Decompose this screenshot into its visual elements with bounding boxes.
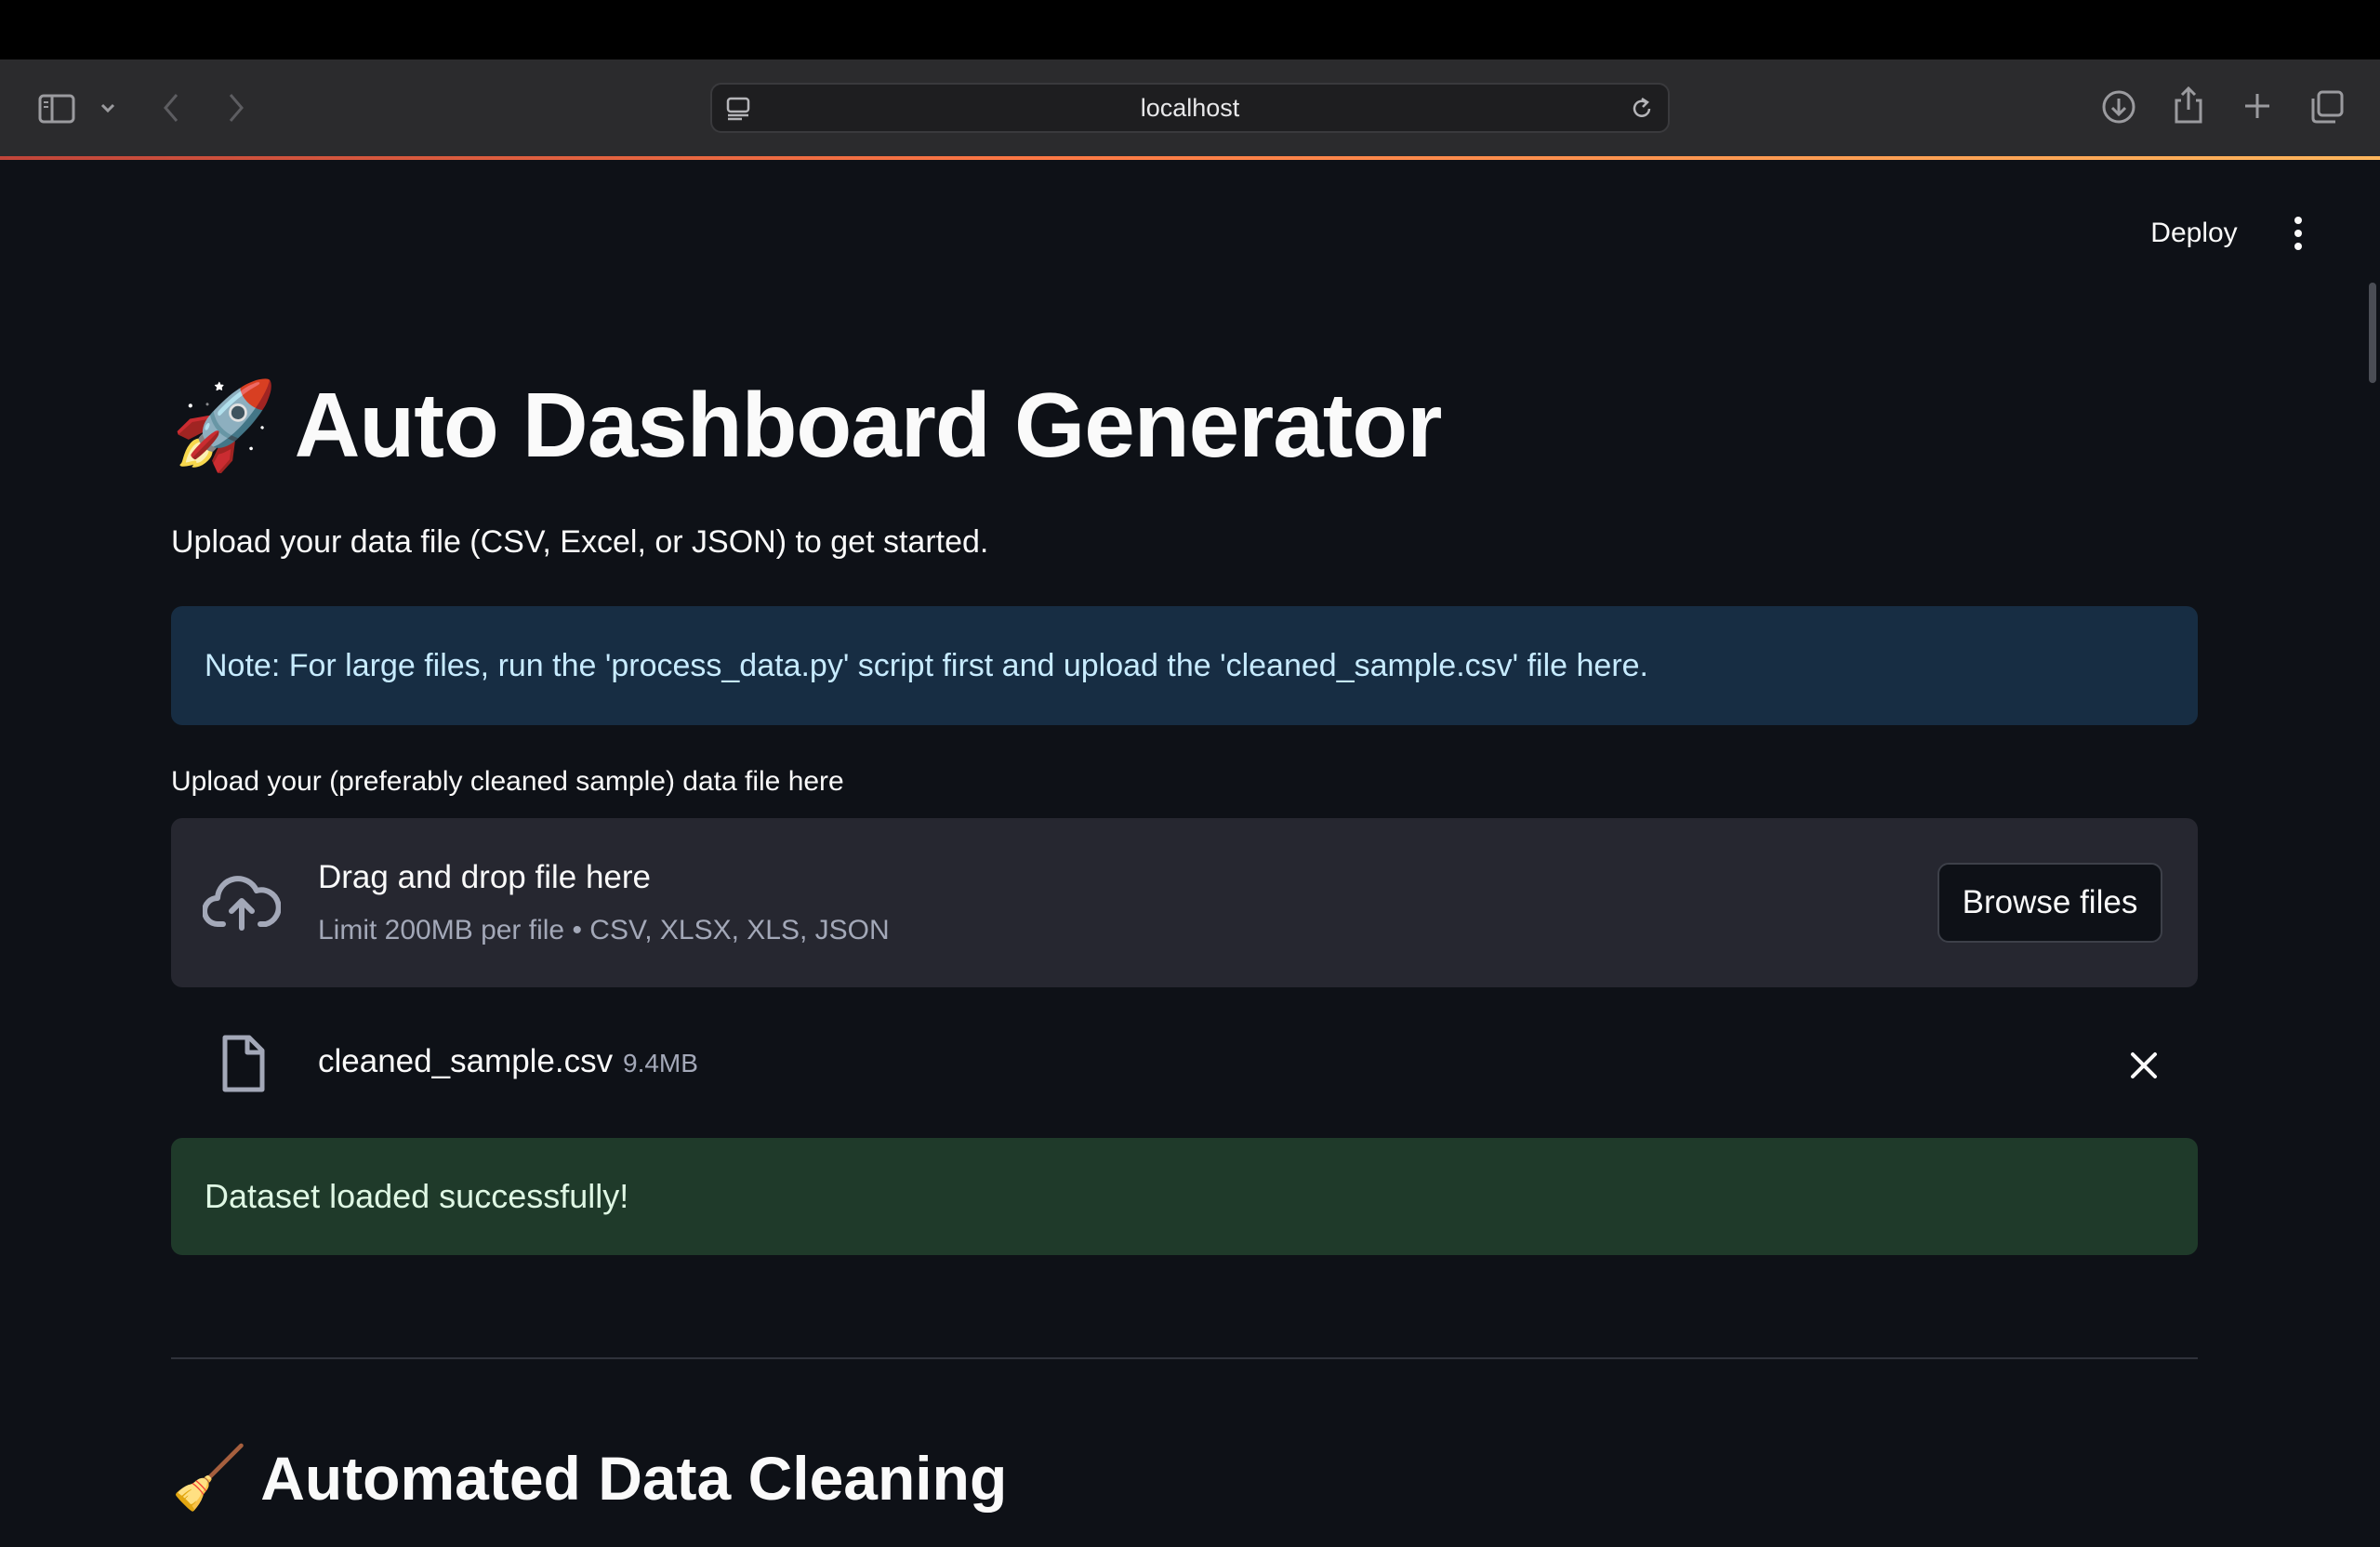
cloud-upload-icon [202,872,282,936]
uploaded-file-name: cleaned_sample.csv [318,1043,614,1079]
success-alert: Dataset loaded successfully! [171,1138,2198,1255]
new-tab-icon[interactable] [2239,87,2276,125]
uploaded-file-row: cleaned_sample.csv 9.4MB [171,1015,2198,1117]
file-uploader-label: Upload your (preferably cleaned sample) … [171,766,844,797]
section-heading-row: 🧹 Automated Data Cleaning [171,1445,1007,1513]
back-icon[interactable] [154,89,188,126]
url-text[interactable]: localhost [712,85,1668,131]
section-title: Automated Data Cleaning [260,1444,1008,1513]
tab-overview-icon[interactable] [2307,87,2347,126]
chevron-down-icon[interactable] [95,95,121,121]
browse-files-button[interactable]: Browse files [1937,863,2162,943]
loading-accent-line [0,156,2380,160]
reload-icon[interactable] [1629,96,1655,126]
info-alert-text: Note: For large files, run the 'process_… [205,647,1648,683]
info-alert: Note: For large files, run the 'process_… [171,606,2198,725]
broom-icon: 🧹 [171,1442,248,1514]
share-icon[interactable] [2170,84,2207,126]
rocket-icon: 🚀 [171,375,278,475]
os-menubar [0,0,2380,60]
close-icon[interactable] [2125,1047,2162,1084]
success-alert-text: Dataset loaded successfully! [205,1177,629,1215]
more-options-icon[interactable] [2285,214,2311,253]
page-title: Auto Dashboard Generator [294,374,1443,476]
dropzone-title: Drag and drop file here [318,859,651,895]
divider [171,1357,2198,1359]
download-icon[interactable] [2099,87,2138,126]
sidebar-toggle-icon[interactable] [35,87,78,130]
page-title-row: 🚀 Auto Dashboard Generator [171,374,1443,476]
page-subtitle: Upload your data file (CSV, Excel, or JS… [171,524,989,560]
address-bar[interactable]: localhost [710,83,1670,133]
deploy-button[interactable]: Deploy [2138,212,2250,255]
uploaded-file-size: 9.4MB [623,1049,698,1078]
scrollbar-thumb[interactable] [2369,283,2376,383]
dropzone-hint: Limit 200MB per file • CSV, XLSX, XLS, J… [318,915,890,945]
file-dropzone[interactable]: Drag and drop file here Limit 200MB per … [171,818,2198,987]
file-icon [219,1034,266,1098]
forward-icon[interactable] [219,89,253,126]
